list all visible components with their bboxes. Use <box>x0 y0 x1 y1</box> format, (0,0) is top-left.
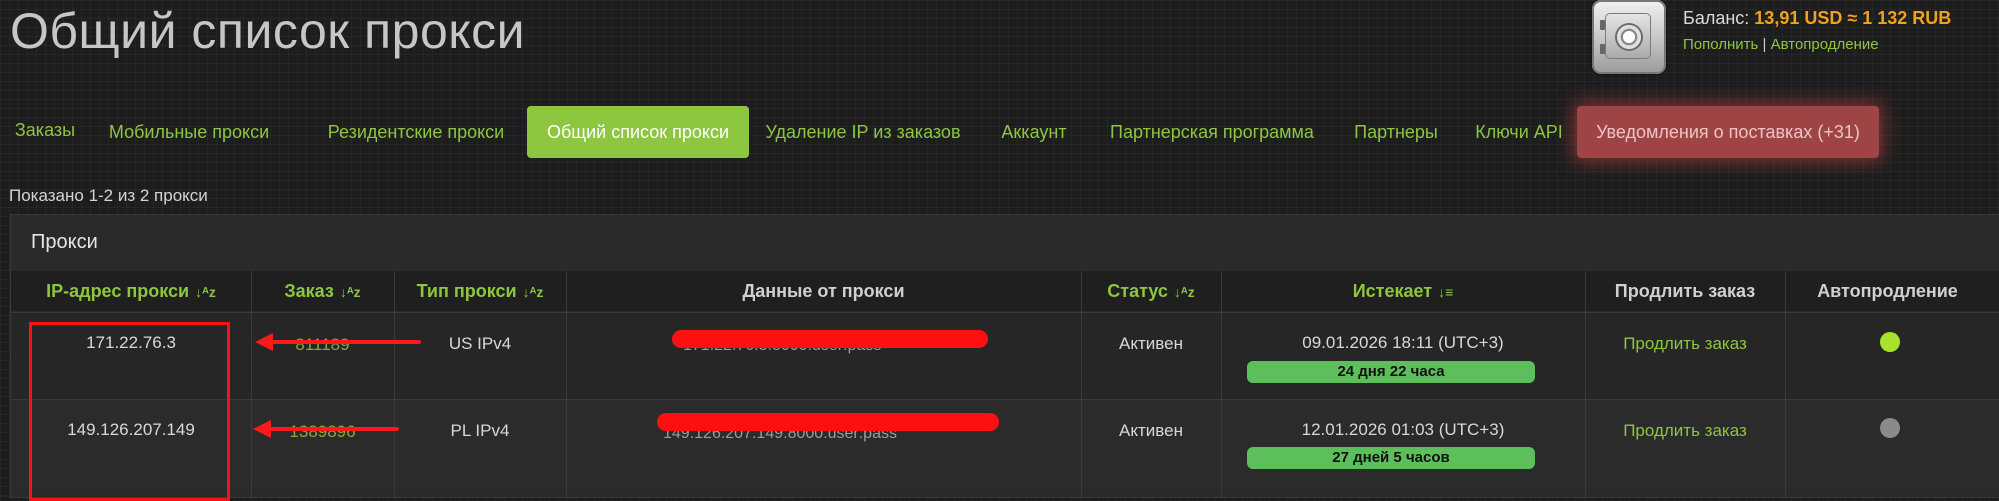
redaction-mark <box>657 413 999 431</box>
tab-api-keys[interactable]: Ключи API <box>1465 106 1573 158</box>
remaining-badge: 27 дней 5 часов <box>1247 447 1535 469</box>
tab-mobile-proxies[interactable]: Мобильные прокси <box>98 106 280 158</box>
sort-icon[interactable]: ↓ᴬᴢ <box>523 272 544 312</box>
tab-partners[interactable]: Партнеры <box>1346 106 1446 158</box>
cell-status: Активен <box>1119 334 1183 353</box>
balance-line: Баланс: 13,91 USD ≈ 1 132 RUB <box>1683 8 1951 29</box>
col-expires-header[interactable]: Истекает ↓≡ <box>1221 271 1585 311</box>
col-extend-header: Продлить заказ <box>1614 281 1756 301</box>
extend-order-link[interactable]: Продлить заказ <box>1585 334 1785 354</box>
sort-icon[interactable]: ↓ᴬᴢ <box>1174 272 1195 312</box>
balance-separator: | <box>1762 36 1767 53</box>
col-data-header: Данные от прокси <box>742 281 905 301</box>
balance-links: Пополнить | Автопродление <box>1683 36 1879 53</box>
safe-icon <box>1592 0 1666 74</box>
cell-type: US IPv4 <box>448 334 512 353</box>
cell-type: PL IPv4 <box>450 421 510 440</box>
balance-widget: Баланс: 13,91 USD ≈ 1 132 RUB Пополнить … <box>1592 0 1992 76</box>
extend-order-link[interactable]: Продлить заказ <box>1585 421 1785 441</box>
redaction-mark <box>672 330 988 348</box>
tab-account[interactable]: Аккаунт <box>990 106 1078 158</box>
col-order-header[interactable]: Заказ ↓ᴬᴢ <box>251 271 394 311</box>
tab-partner-program[interactable]: Партнерская программа <box>1099 106 1325 158</box>
tab-orders[interactable]: Заказы <box>10 106 80 158</box>
balance-amount: 13,91 USD ≈ 1 132 RUB <box>1754 8 1952 28</box>
tab-residential-proxies[interactable]: Резидентские прокси <box>309 106 523 158</box>
sort-icon[interactable]: ↓ᴬᴢ <box>340 272 361 312</box>
panel-title: Прокси <box>31 231 98 253</box>
cell-expires: 09.01.2026 18:11 (UTC+3) <box>1302 333 1504 352</box>
col-status-header[interactable]: Статус ↓ᴬᴢ <box>1081 271 1221 311</box>
annotation-arrow <box>271 340 421 344</box>
table-row <box>11 312 1999 399</box>
cell-status: Активен <box>1119 421 1183 440</box>
annotation-box <box>29 322 230 501</box>
col-type-header[interactable]: Тип прокси ↓ᴬᴢ <box>394 271 566 311</box>
col-autorenew-header: Автопродление <box>1817 281 1958 301</box>
remaining-badge: 24 дня 22 часа <box>1247 361 1535 383</box>
balance-label: Баланс: <box>1683 8 1750 28</box>
cell-order-link[interactable]: 1389896 <box>251 422 394 442</box>
sort-icon[interactable]: ↓ᴬᴢ <box>195 272 216 312</box>
annotation-arrow-head <box>255 333 273 351</box>
tab-all-proxies[interactable]: Общий список прокси <box>527 106 749 158</box>
autorenew-link[interactable]: Автопродление <box>1771 36 1879 53</box>
autorenew-toggle[interactable] <box>1880 332 1900 352</box>
cell-expires: 12.01.2026 01:03 (UTC+3) <box>1301 420 1505 439</box>
sort-icon[interactable]: ↓≡ <box>1438 272 1453 312</box>
table-row <box>11 399 1999 486</box>
annotation-arrow-head <box>253 420 271 438</box>
page-title: Общий список прокси <box>10 3 526 59</box>
annotation-arrow <box>269 427 399 431</box>
col-ip-header[interactable]: IP-адрес прокси ↓ᴬᴢ <box>11 271 251 311</box>
topup-link[interactable]: Пополнить <box>1683 36 1758 53</box>
tab-supply-notifications[interactable]: Уведомления о поставках (+31) <box>1577 106 1879 158</box>
tab-remove-ip[interactable]: Удаление IP из заказов <box>760 106 966 158</box>
results-summary: Показано 1-2 из 2 прокси <box>9 186 208 205</box>
proxy-panel: Прокси IP-адрес прокси ↓ᴬᴢ Заказ ↓ᴬᴢ Тип п… <box>10 214 1999 501</box>
autorenew-toggle[interactable] <box>1880 418 1900 438</box>
